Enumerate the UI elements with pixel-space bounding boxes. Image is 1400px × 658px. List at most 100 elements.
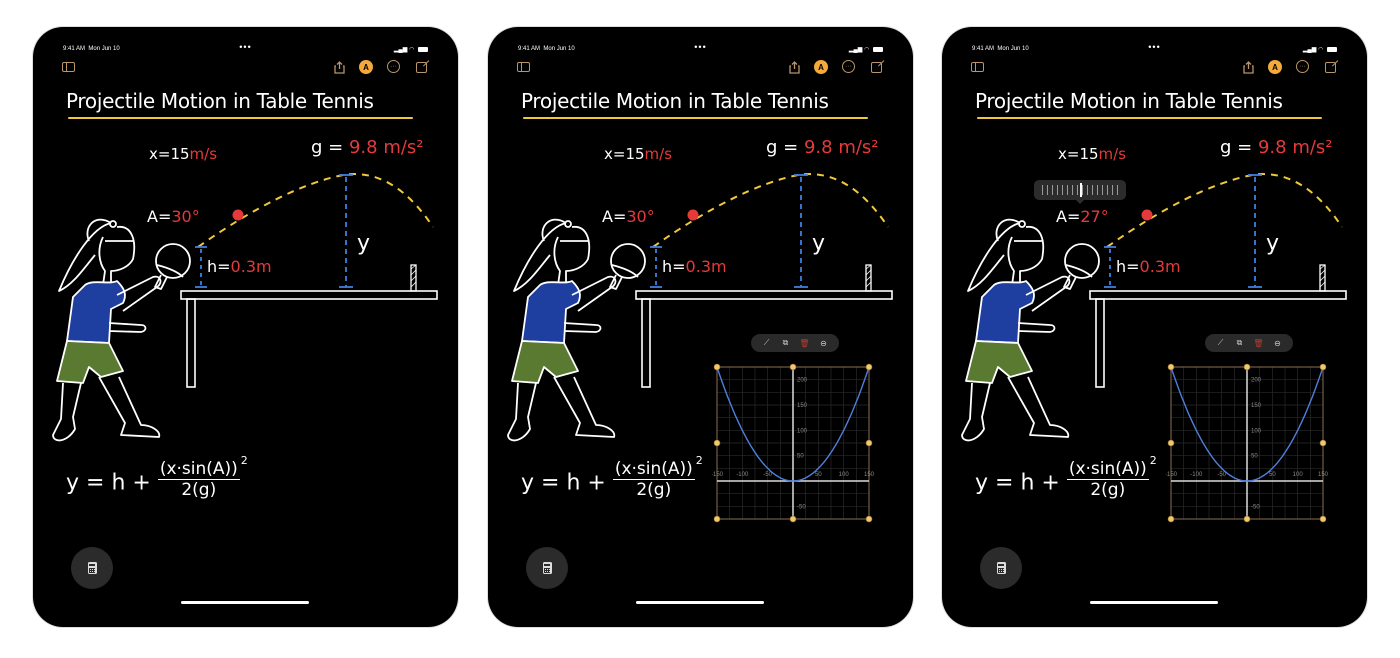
ball (232, 209, 244, 221)
player-drawing (961, 218, 1100, 442)
formula-exponent: 2 (240, 454, 248, 467)
resize-handle[interactable] (865, 515, 873, 523)
table-top (180, 290, 438, 300)
paddle (1064, 243, 1100, 279)
resize-handle[interactable] (1167, 363, 1175, 371)
velocity-value: 15 (1079, 145, 1099, 163)
formula-lhs: y = h + (66, 470, 151, 496)
y-tick-label: 150 (797, 403, 808, 409)
angle-value[interactable]: 30° (171, 207, 199, 226)
velocity-unit: m/s (1098, 145, 1127, 163)
ipad-screen-2: 9:41 AM Mon Jun 10 ••• ▂▄▆ ◠ A ··· Proje… (488, 27, 913, 627)
resize-handle[interactable] (1167, 439, 1175, 447)
graph-toolbar: ⟋ ⧉ 🗑 ⊖ (1205, 334, 1293, 352)
resize-handle[interactable] (1319, 363, 1327, 371)
resize-handle[interactable] (713, 439, 721, 447)
math-assistant-button[interactable] (980, 547, 1022, 589)
height-label: h=0.3m (662, 257, 727, 276)
resize-handle[interactable] (1319, 439, 1327, 447)
x-tick-label: -150 (1166, 472, 1178, 478)
minus-circle-icon[interactable]: ⊖ (1273, 338, 1283, 348)
table-leg (641, 298, 651, 388)
ball (1141, 209, 1153, 221)
formula-numerator: (x·sin(A)) (1066, 459, 1149, 480)
x-tick-label: -100 (736, 472, 749, 478)
scrubber-indicator (1080, 183, 1082, 197)
x-tick-label: 150 (864, 472, 874, 478)
formula-fraction: (x·sin(A)) 2 2(g) (612, 454, 703, 500)
shorts (511, 340, 579, 384)
y-tick-label: 100 (1251, 428, 1262, 434)
table-leg (1095, 298, 1105, 388)
shorts (56, 340, 124, 384)
home-indicator[interactable] (1090, 601, 1218, 604)
gravity-label: g = 9.8 m/s² (1220, 137, 1333, 158)
resize-handle[interactable] (1167, 515, 1175, 523)
function-graph[interactable]: -150 -100 -50 50 100 150 200 150 100 50 -50 (712, 362, 874, 524)
function-graph[interactable]: -150 -100 -50 50 100 150 200 150 100 50 -50 (1166, 362, 1328, 524)
resize-handle[interactable] (865, 439, 873, 447)
velocity-value: 15 (625, 145, 645, 163)
x-tick-label: 100 (1293, 472, 1304, 478)
resize-handle[interactable] (789, 363, 797, 371)
gravity-value: 9.8 m/s² (348, 137, 424, 158)
resize-handle[interactable] (1243, 363, 1251, 371)
graph-icon[interactable]: ⟋ (1216, 338, 1226, 348)
velocity-label: x=15m/s (149, 145, 218, 163)
home-indicator[interactable] (181, 601, 309, 604)
duplicate-icon[interactable]: ⧉ (781, 338, 791, 348)
trajectory-path (197, 173, 434, 248)
formula-fraction: (x·sin(A)) 2 2(g) (157, 454, 248, 500)
height-label: h=0.3m (207, 257, 272, 276)
drawing-canvas[interactable] (942, 27, 1367, 627)
home-indicator[interactable] (636, 601, 764, 604)
velocity-unit: m/s (189, 145, 218, 163)
y-tick-label: -50 (797, 504, 806, 510)
minus-circle-icon[interactable]: ⊖ (819, 338, 829, 348)
shirt (975, 280, 1035, 344)
graph-icon[interactable]: ⟋ (762, 338, 772, 348)
math-assistant-button[interactable] (71, 547, 113, 589)
resize-handle[interactable] (713, 363, 721, 371)
table-top (1089, 290, 1347, 300)
h-measure (650, 246, 662, 288)
x-tick-label: -50 (763, 472, 772, 478)
formula-numerator: (x·sin(A)) (157, 459, 240, 480)
y-tick-label: 50 (1251, 454, 1258, 460)
resize-handle[interactable] (713, 515, 721, 523)
resize-handle[interactable] (789, 515, 797, 523)
y-label: y (357, 231, 371, 256)
ball (687, 209, 699, 221)
angle-value[interactable]: 30° (626, 207, 654, 226)
table-leg (186, 298, 196, 388)
y-label: y (812, 231, 826, 256)
shirt (66, 280, 126, 344)
drawing-canvas[interactable] (488, 27, 913, 627)
resize-handle[interactable] (1319, 515, 1327, 523)
y-tick-label: 100 (797, 428, 808, 434)
player-drawing (52, 218, 191, 442)
x-tick-label: 50 (1269, 472, 1276, 478)
value-scrubber[interactable] (1034, 180, 1126, 204)
formula-lhs: y = h + (975, 470, 1060, 496)
calculator-icon (87, 562, 97, 574)
graph-toolbar: ⟋ ⧉ 🗑 ⊖ (751, 334, 839, 352)
x-tick-label: -150 (712, 472, 724, 478)
resize-handle[interactable] (865, 363, 873, 371)
gravity-label: g = 9.8 m/s² (311, 137, 424, 158)
y-tick-label: -50 (1251, 504, 1260, 510)
angle-label: A=30° (602, 207, 655, 226)
angle-value[interactable]: 27° (1080, 207, 1108, 226)
duplicate-icon[interactable]: ⧉ (1235, 338, 1245, 348)
trash-icon[interactable]: 🗑 (799, 338, 809, 348)
velocity-label: x=15m/s (604, 145, 673, 163)
math-assistant-button[interactable] (526, 547, 568, 589)
resize-handle[interactable] (1243, 515, 1251, 523)
trash-icon[interactable]: 🗑 (1253, 338, 1263, 348)
gravity-label: g = 9.8 m/s² (766, 137, 879, 158)
x-tick-label: 150 (1318, 472, 1328, 478)
calculator-icon (996, 562, 1006, 574)
drawing-canvas[interactable] (33, 27, 458, 627)
formula-numerator: (x·sin(A)) (612, 459, 695, 480)
player-drawing (507, 218, 646, 442)
